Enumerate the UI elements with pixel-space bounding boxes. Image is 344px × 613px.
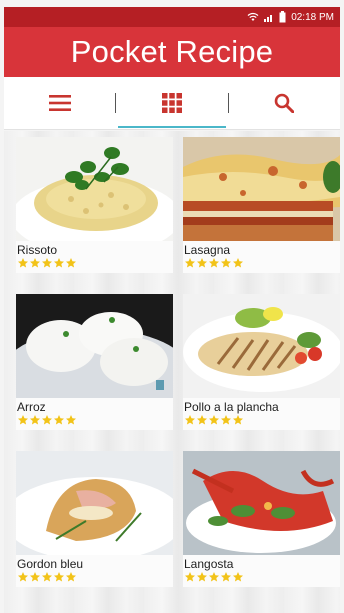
recipe-name: Lasagna	[184, 243, 231, 257]
star-rating	[17, 414, 77, 426]
recipe-photo	[183, 137, 340, 241]
signal-icon	[264, 15, 273, 22]
grid-icon	[161, 93, 182, 113]
star-rating	[184, 414, 244, 426]
tab-search[interactable]	[229, 77, 340, 129]
tab-bar	[4, 77, 340, 130]
star-icon	[54, 258, 64, 268]
recipe-name: Langosta	[184, 557, 234, 571]
star-icon	[66, 258, 76, 268]
star-icon	[66, 572, 76, 582]
star-icon	[185, 415, 195, 425]
hamburger-menu-icon	[48, 95, 71, 111]
star-icon	[209, 258, 219, 268]
star-icon	[18, 572, 28, 582]
status-bar: 02:18 PM	[4, 7, 340, 27]
star-icon	[185, 258, 195, 268]
app-title: Pocket Recipe	[70, 34, 274, 69]
star-icon	[30, 258, 40, 268]
status-time: 02:18 PM	[291, 11, 334, 23]
star-rating	[17, 257, 77, 269]
tab-menu[interactable]	[4, 77, 115, 129]
star-icon	[209, 415, 219, 425]
recipe-name: Pollo a la plancha	[184, 400, 279, 414]
star-icon	[54, 572, 64, 582]
recipe-photo	[16, 137, 173, 241]
recipe-grid: Rissoto Lasagna Arroz Pollo a la plancha…	[4, 131, 340, 613]
star-icon	[221, 258, 231, 268]
tab-grid[interactable]	[116, 77, 227, 129]
star-icon	[30, 572, 40, 582]
star-icon	[30, 415, 40, 425]
star-rating	[17, 571, 77, 583]
star-icon	[233, 258, 243, 268]
recipe-card-pollo-a-la-plancha[interactable]: Pollo a la plancha	[183, 294, 340, 430]
recipe-name: Rissoto	[17, 243, 58, 257]
recipe-name: Gordon bleu	[17, 557, 84, 571]
star-icon	[197, 258, 207, 268]
star-icon	[42, 258, 52, 268]
recipe-photo	[16, 294, 173, 398]
recipe-card-gordon-bleu[interactable]: Gordon bleu	[16, 451, 173, 587]
star-rating	[184, 257, 244, 269]
recipe-photo	[16, 451, 173, 555]
star-rating	[184, 571, 244, 583]
search-icon	[275, 93, 295, 113]
star-icon	[197, 572, 207, 582]
star-icon	[42, 415, 52, 425]
star-icon	[18, 415, 28, 425]
star-icon	[197, 415, 207, 425]
star-icon	[66, 415, 76, 425]
star-icon	[185, 572, 195, 582]
star-icon	[233, 572, 243, 582]
battery-icon	[279, 11, 286, 23]
star-icon	[18, 258, 28, 268]
recipe-card-arroz[interactable]: Arroz	[16, 294, 173, 430]
app-header: Pocket Recipe	[4, 27, 340, 77]
recipe-name: Arroz	[17, 400, 46, 414]
recipe-card-langosta[interactable]: Langosta	[183, 451, 340, 587]
recipe-photo	[183, 294, 340, 398]
recipe-photo	[183, 451, 340, 555]
star-icon	[233, 415, 243, 425]
star-icon	[54, 415, 64, 425]
recipe-card-rissoto[interactable]: Rissoto	[16, 137, 173, 273]
star-icon	[221, 572, 231, 582]
star-icon	[42, 572, 52, 582]
star-icon	[221, 415, 231, 425]
recipe-card-lasagna[interactable]: Lasagna	[183, 137, 340, 273]
star-icon	[209, 572, 219, 582]
app-screen: 02:18 PM Pocket Recipe Rissoto Lasagna A…	[0, 0, 344, 613]
wifi-icon	[247, 12, 259, 21]
